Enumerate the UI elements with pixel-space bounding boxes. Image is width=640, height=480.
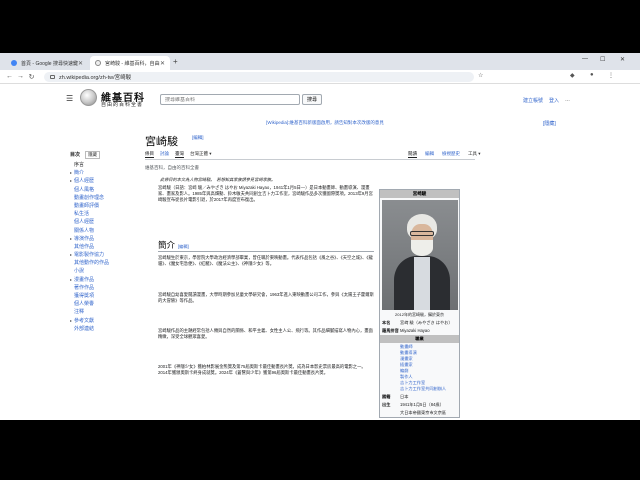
url-text: zh.wikipedia.org/zh-tw/宮崎駿 [59, 75, 132, 81]
close-window-button[interactable]: ✕ [620, 56, 625, 63]
tab-label: 首頁 - Google 搜尋快速鍵 [21, 60, 78, 67]
close-tab-icon[interactable]: ✕ [78, 60, 83, 67]
extensions-icon[interactable]: ◆ [570, 72, 575, 79]
tab-google[interactable]: 首頁 - Google 搜尋快速鍵 ✕ [6, 56, 88, 70]
minimize-button[interactable]: — [582, 56, 588, 62]
google-favicon-icon [11, 60, 17, 66]
profile-icon[interactable]: ● [590, 72, 594, 78]
browser-window: 首頁 - Google 搜尋快速鍵 ✕ 宮崎駿 - 維基百科，自由的百科全書 ✕… [0, 53, 640, 420]
wikipedia-favicon-icon [95, 60, 101, 66]
tab-bar: 首頁 - Google 搜尋快速鍵 ✕ 宮崎駿 - 維基百科，自由的百科全書 ✕… [0, 53, 640, 70]
maximize-button[interactable]: ☐ [600, 56, 605, 63]
lock-icon [50, 75, 55, 79]
star-icon[interactable]: ☆ [478, 72, 483, 79]
new-tab-button[interactable]: + [173, 57, 178, 66]
address-bar-row: ← → ↻ zh.wikipedia.org/zh-tw/宮崎駿 ☆ ◆ ● ⋮ [0, 70, 640, 84]
close-tab-icon[interactable]: ✕ [160, 60, 165, 67]
reload-icon[interactable]: ↻ [26, 73, 37, 81]
forward-icon[interactable]: → [15, 73, 26, 80]
address-bar[interactable]: zh.wikipedia.org/zh-tw/宮崎駿 [44, 72, 474, 82]
tab-wikipedia[interactable]: 宮崎駿 - 維基百科，自由的百科全書 ✕ [90, 56, 170, 70]
back-icon[interactable]: ← [4, 73, 15, 80]
menu-icon[interactable]: ⋮ [608, 72, 614, 79]
tab-label: 宮崎駿 - 維基百科，自由的百科全書 [105, 60, 160, 67]
